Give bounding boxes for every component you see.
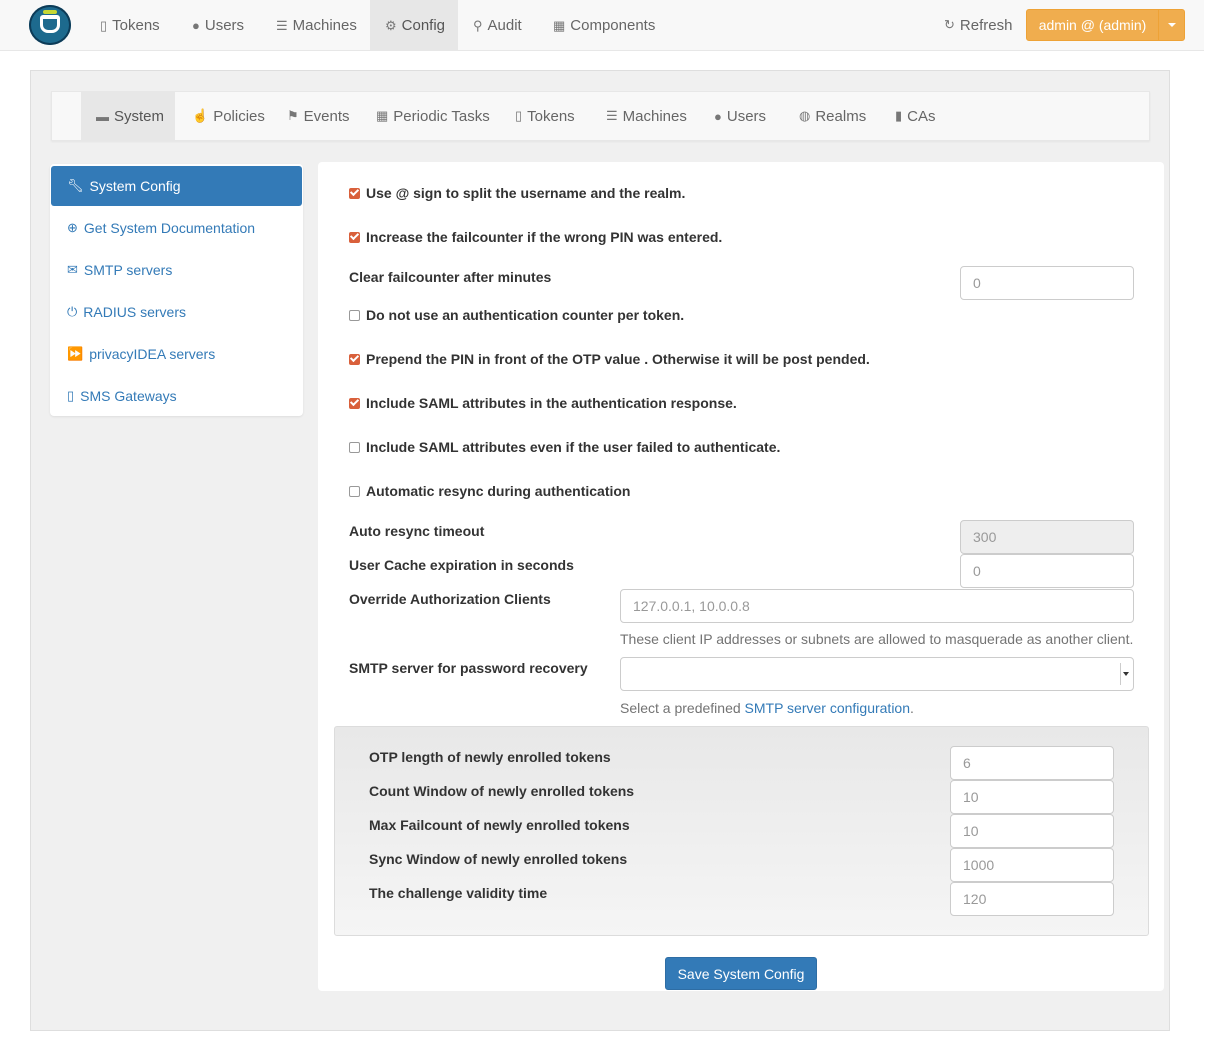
- auto-resync-timeout-label: Auto resync timeout: [349, 523, 485, 539]
- nav-config[interactable]: ⚙ Config: [370, 0, 458, 50]
- calendar-icon: ▦: [376, 108, 389, 123]
- power-icon: ⏻: [67, 304, 78, 319]
- smtp-config-link[interactable]: SMTP server configuration: [745, 700, 910, 716]
- checkbox[interactable]: [349, 309, 360, 321]
- clear-failcounter-label: Clear failcounter after minutes: [349, 269, 552, 285]
- envelope-icon: ✉: [67, 262, 78, 277]
- flag-icon: ⚑: [287, 108, 299, 123]
- auto-resync-timeout-input[interactable]: 300: [960, 520, 1134, 554]
- fast-forward-icon: ⏩: [67, 346, 84, 361]
- override-clients-input[interactable]: 127.0.0.1, 10.0.0.8: [620, 589, 1134, 623]
- count-window-label: Count Window of newly enrolled tokens: [369, 783, 635, 799]
- sidebar-item-documentation[interactable]: ⊕ Get System Documentation: [51, 208, 302, 248]
- globe-icon: ◍: [799, 108, 811, 123]
- subnav-users[interactable]: ● Users: [714, 91, 766, 141]
- mobile-icon: ▯: [515, 108, 523, 123]
- subnav-events[interactable]: ⚑ Events: [287, 91, 350, 141]
- subnav-cas[interactable]: ▮ CAs: [895, 91, 936, 141]
- checkbox[interactable]: [349, 187, 360, 199]
- mobile-icon: ▯: [100, 17, 108, 33]
- subnav-system[interactable]: ▬ System: [81, 91, 175, 141]
- mobile-icon: ▯: [67, 388, 75, 403]
- checkbox[interactable]: [349, 231, 360, 243]
- sidebar-item-smtp[interactable]: ✉ SMTP servers: [51, 250, 302, 290]
- sidebar-item-sms[interactable]: ▯ SMS Gateways: [51, 376, 302, 416]
- auto-resync-checkbox[interactable]: Automatic resync during authentication: [349, 483, 630, 499]
- smtp-recovery-select[interactable]: [620, 657, 1134, 691]
- user-icon: ●: [192, 17, 200, 33]
- server-icon: ☰: [276, 17, 288, 33]
- bookmark-icon: ▮: [895, 108, 903, 123]
- sync-window-label: Sync Window of newly enrolled tokens: [369, 851, 628, 867]
- download-icon: ⊕: [67, 220, 78, 235]
- user-icon: ●: [714, 108, 722, 124]
- checkbox[interactable]: [349, 353, 360, 365]
- nav-users[interactable]: ● Users: [192, 0, 244, 50]
- override-clients-label: Override Authorization Clients: [349, 591, 551, 607]
- nav-components[interactable]: ▦ Components: [553, 0, 655, 50]
- subnav-tokens[interactable]: ▯ Tokens: [515, 91, 575, 141]
- wrench-icon: 🔧︎: [67, 178, 84, 193]
- override-clients-help: These client IP addresses or subnets are…: [620, 631, 1134, 647]
- challenge-validity-label: The challenge validity time: [369, 885, 548, 901]
- split-at-sign-checkbox[interactable]: Use @ sign to split the username and the…: [349, 185, 685, 201]
- include-saml-fail-checkbox[interactable]: Include SAML attributes even if the user…: [349, 439, 780, 455]
- clear-failcounter-input[interactable]: 0: [960, 266, 1134, 300]
- checkbox[interactable]: [349, 397, 360, 409]
- sidebar-item-system-config[interactable]: 🔧︎ System Config: [51, 166, 302, 206]
- subnav-machines[interactable]: ☰ Machines: [606, 91, 687, 141]
- sidebar-item-privacyidea[interactable]: ⏩ privacyIDEA servers: [51, 334, 302, 374]
- chevron-down-icon: [1120, 663, 1131, 685]
- sync-window-input[interactable]: 1000: [950, 848, 1114, 882]
- increase-failcounter-checkbox[interactable]: Increase the failcounter if the wrong PI…: [349, 229, 722, 245]
- nav-machines[interactable]: ☰ Machines: [276, 0, 357, 50]
- otp-length-input[interactable]: 6: [950, 746, 1114, 780]
- refresh-icon: ↻: [944, 17, 955, 32]
- nav-tokens[interactable]: ▯ Tokens: [100, 0, 160, 50]
- admin-label: admin @ (admin): [1038, 17, 1147, 33]
- smtp-recovery-label: SMTP server for password recovery: [349, 660, 588, 676]
- gear-icon: ⚙: [385, 17, 397, 33]
- otp-length-label: OTP length of newly enrolled tokens: [369, 749, 611, 765]
- nav-audit[interactable]: ⚲ Audit: [473, 0, 522, 50]
- no-auth-counter-checkbox[interactable]: Do not use an authentication counter per…: [349, 307, 684, 323]
- user-cache-input[interactable]: 0: [960, 554, 1134, 588]
- smtp-recovery-help: Select a predefined SMTP server configur…: [620, 700, 914, 716]
- admin-dropdown[interactable]: admin @ (admin): [1026, 9, 1185, 41]
- briefcase-icon: ▬: [96, 108, 109, 124]
- server-icon: ☰: [606, 108, 618, 123]
- max-failcount-input[interactable]: 10: [950, 814, 1114, 848]
- checkbox[interactable]: [349, 485, 360, 497]
- calendar-icon: ▦: [553, 17, 566, 33]
- subnav-periodic-tasks[interactable]: ▦ Periodic Tasks: [376, 91, 490, 141]
- search-icon: ⚲: [473, 17, 483, 33]
- refresh-button[interactable]: ↻ Refresh: [944, 0, 1012, 50]
- subnav-realms[interactable]: ◍ Realms: [799, 91, 866, 141]
- subnav-policies[interactable]: ☝ Policies: [192, 91, 265, 141]
- checkbox[interactable]: [349, 441, 360, 453]
- hand-icon: ☝: [192, 108, 209, 123]
- sidebar-item-radius[interactable]: ⏻ RADIUS servers: [51, 292, 302, 332]
- challenge-validity-input[interactable]: 120: [950, 882, 1114, 916]
- chevron-down-icon[interactable]: [1158, 10, 1184, 40]
- include-saml-checkbox[interactable]: Include SAML attributes in the authentic…: [349, 395, 737, 411]
- prepend-pin-checkbox[interactable]: Prepend the PIN in front of the OTP valu…: [349, 351, 870, 367]
- user-cache-label: User Cache expiration in seconds: [349, 557, 574, 573]
- max-failcount-label: Max Failcount of newly enrolled tokens: [369, 817, 630, 833]
- save-system-config-button[interactable]: Save System Config: [665, 957, 817, 990]
- count-window-input[interactable]: 10: [950, 780, 1114, 814]
- privacyidea-logo[interactable]: [29, 5, 71, 45]
